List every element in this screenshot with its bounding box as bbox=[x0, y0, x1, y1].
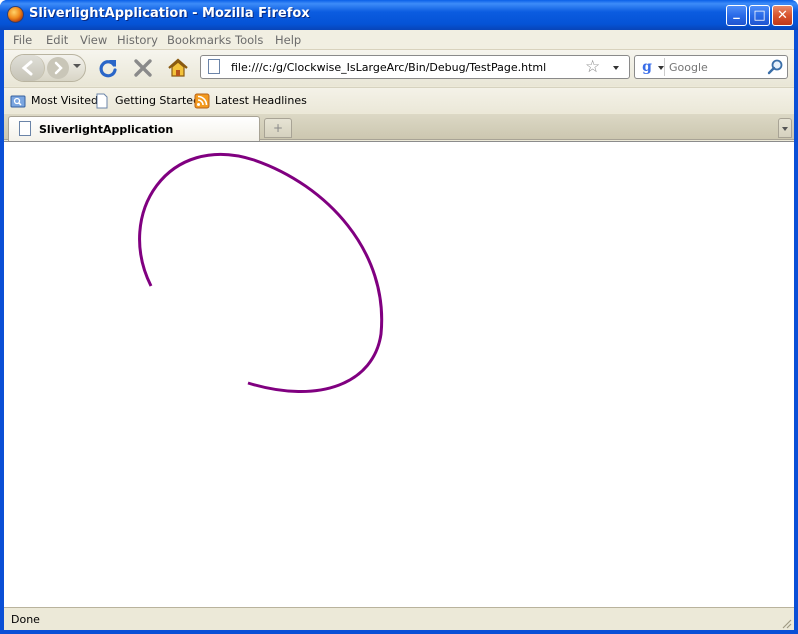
bookmark-label: Getting Started bbox=[115, 94, 201, 107]
smart-folder-icon bbox=[10, 95, 26, 108]
page-icon bbox=[208, 59, 220, 74]
maximize-icon: □ bbox=[753, 8, 766, 23]
close-icon: ✕ bbox=[777, 8, 788, 23]
plus-icon: + bbox=[272, 121, 284, 135]
menu-bar: File Edit View History Bookmarks Tools H… bbox=[4, 30, 794, 50]
menu-tools[interactable]: Tools bbox=[235, 33, 263, 47]
stop-icon[interactable] bbox=[131, 56, 155, 80]
home-icon[interactable] bbox=[166, 56, 190, 80]
close-button[interactable]: ✕ bbox=[772, 5, 793, 26]
new-tab-button[interactable]: + bbox=[264, 118, 292, 138]
window-title: SliverlightApplication - Mozilla Firefox bbox=[29, 6, 310, 21]
search-engine-button[interactable]: g bbox=[637, 58, 665, 76]
page-content[interactable] bbox=[4, 141, 794, 607]
clockwise-large-arc bbox=[138, 152, 384, 393]
url-dropdown-icon[interactable] bbox=[613, 66, 619, 70]
list-all-tabs-button[interactable] bbox=[778, 118, 792, 138]
bookmarks-toolbar: Most Visited Getting Started Latest Head… bbox=[4, 87, 794, 113]
history-dropdown-icon[interactable] bbox=[73, 64, 81, 68]
bookmark-star-icon[interactable]: ☆ bbox=[585, 57, 600, 77]
reload-icon[interactable] bbox=[96, 56, 120, 80]
minimize-button[interactable]: _ bbox=[726, 5, 747, 26]
page-icon bbox=[96, 93, 108, 109]
menu-edit[interactable]: Edit bbox=[46, 33, 68, 47]
browser-client-area: File Edit View History Bookmarks Tools H… bbox=[4, 30, 794, 630]
browser-window: SliverlightApplication - Mozilla Firefox… bbox=[0, 0, 798, 634]
firefox-icon bbox=[7, 6, 24, 23]
tab-strip: SliverlightApplication + bbox=[4, 114, 794, 141]
navigation-toolbar: file:///c:/g/Clockwise_IsLargeArc/Bin/De… bbox=[4, 50, 794, 86]
rss-feed-icon bbox=[194, 93, 210, 109]
back-arrow-icon bbox=[21, 60, 33, 76]
status-bar: Done bbox=[4, 607, 794, 630]
chevron-down-icon bbox=[658, 66, 664, 70]
minimize-icon: _ bbox=[733, 5, 740, 20]
tab-label: SliverlightApplication bbox=[39, 123, 174, 136]
menu-help[interactable]: Help bbox=[275, 33, 301, 47]
url-text[interactable]: file:///c:/g/Clockwise_IsLargeArc/Bin/De… bbox=[231, 61, 546, 74]
bookmark-label: Latest Headlines bbox=[215, 94, 307, 107]
title-bar[interactable]: SliverlightApplication - Mozilla Firefox… bbox=[0, 0, 798, 30]
search-bar[interactable]: g bbox=[634, 55, 788, 79]
menu-history[interactable]: History bbox=[117, 33, 158, 47]
maximize-button[interactable]: □ bbox=[749, 5, 770, 26]
status-text: Done bbox=[11, 613, 40, 626]
google-icon: g bbox=[642, 59, 652, 75]
search-icon[interactable] bbox=[767, 58, 785, 76]
page-icon bbox=[19, 121, 31, 136]
forward-arrow-icon bbox=[54, 61, 63, 75]
tab-active[interactable]: SliverlightApplication bbox=[8, 116, 260, 141]
menu-bookmarks[interactable]: Bookmarks bbox=[167, 33, 231, 47]
url-bar[interactable]: file:///c:/g/Clockwise_IsLargeArc/Bin/De… bbox=[200, 55, 630, 79]
menu-file[interactable]: File bbox=[13, 33, 32, 47]
resize-grip-icon[interactable] bbox=[780, 617, 792, 629]
back-button[interactable] bbox=[11, 55, 45, 81]
back-forward-group bbox=[10, 54, 86, 82]
menu-view[interactable]: View bbox=[80, 33, 107, 47]
bookmark-label: Most Visited bbox=[31, 94, 98, 107]
forward-button[interactable] bbox=[47, 57, 69, 79]
search-input[interactable] bbox=[669, 61, 765, 74]
silverlight-canvas bbox=[138, 152, 384, 393]
chevron-down-icon bbox=[782, 127, 788, 131]
